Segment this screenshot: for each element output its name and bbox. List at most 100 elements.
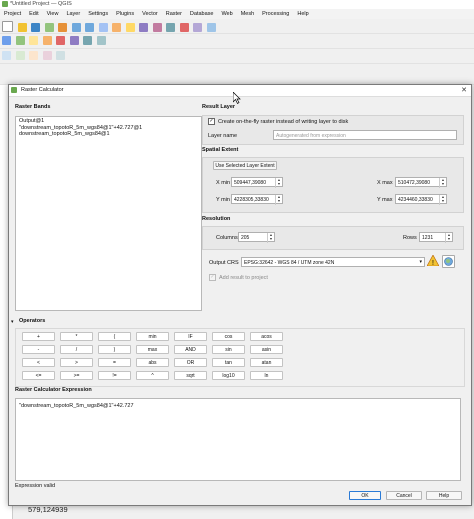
output-crs-select[interactable]: EPSG:32642 - WGS 84 / UTM zone 42N ▾ [241, 257, 425, 267]
operator-button[interactable]: max [136, 345, 169, 354]
columns-input[interactable]: 205 ▲ ▼ [238, 232, 275, 243]
operator-button[interactable]: <= [22, 371, 55, 380]
new-project-icon[interactable] [2, 21, 13, 32]
check-icon: ✓ [209, 274, 216, 281]
rows-input[interactable]: 1231 ▲ ▼ [419, 232, 453, 243]
menu-item-vector[interactable]: Vector [138, 9, 162, 17]
statistics-icon[interactable] [179, 23, 189, 32]
operator-button[interactable]: > [60, 358, 93, 367]
digitize-icon[interactable] [29, 36, 39, 45]
annotation-icon[interactable] [193, 23, 203, 32]
operator-button[interactable]: != [98, 371, 131, 380]
operator-button[interactable]: cos [212, 332, 245, 341]
delete-icon[interactable] [56, 36, 66, 45]
use-selected-extent-button[interactable]: Use Selected Layer Extent [213, 161, 277, 170]
ymin-input[interactable]: 4228305,33830 ▲ ▼ [231, 194, 283, 205]
snap-icon[interactable] [2, 51, 11, 60]
style-icon[interactable] [83, 36, 93, 45]
menu-item-help[interactable]: Help [293, 9, 312, 17]
menu-item-plugins[interactable]: Plugins [112, 9, 138, 17]
operator-button[interactable]: ^ [136, 371, 169, 380]
close-icon[interactable]: ✕ [461, 86, 467, 94]
map-tips-icon[interactable] [206, 23, 216, 32]
menu-item-settings[interactable]: Settings [84, 9, 112, 17]
add-vector-icon[interactable] [2, 36, 11, 45]
rotate-icon[interactable] [56, 51, 66, 60]
columns-spin-icon[interactable]: ▲ ▼ [267, 233, 274, 243]
xmax-spin-icon[interactable]: ▲ ▼ [439, 178, 446, 188]
operator-button[interactable]: * [60, 332, 93, 341]
layer-name-label: Layer name [208, 133, 238, 139]
operator-button[interactable]: ) [98, 345, 131, 354]
operator-button[interactable]: / [60, 345, 93, 354]
menu-item-project[interactable]: Project [0, 9, 25, 17]
refresh-icon[interactable] [112, 23, 122, 32]
operator-button[interactable]: ln [250, 371, 283, 380]
edit-icon[interactable] [42, 36, 52, 45]
layout-icon[interactable] [44, 23, 54, 32]
menu-item-edit[interactable]: Edit [25, 9, 42, 17]
crs-selector-button[interactable] [442, 255, 455, 268]
identify-icon[interactable] [139, 23, 149, 32]
zoom-out-icon[interactable] [85, 23, 95, 32]
menu-item-mesh[interactable]: Mesh [237, 9, 258, 17]
operator-button[interactable]: acos [250, 332, 283, 341]
label-icon[interactable] [69, 36, 79, 45]
select-icon[interactable] [125, 23, 135, 32]
rows-spin-icon[interactable]: ▲ ▼ [445, 233, 452, 243]
ymax-input[interactable]: 4234460,33830 ▲ ▼ [395, 194, 447, 205]
band-item[interactable]: downstream_topotoR_5m_wgs84@1 [16, 131, 201, 138]
attribute-table-icon[interactable] [166, 23, 176, 32]
operator-button[interactable]: atan [250, 358, 283, 367]
cancel-button[interactable]: Cancel [386, 491, 422, 500]
operator-button[interactable]: abs [136, 358, 169, 367]
operator-button[interactable]: - [22, 345, 55, 354]
xmin-input[interactable]: 509447,39080 ▲ ▼ [231, 177, 283, 188]
operator-button[interactable]: ( [98, 332, 131, 341]
collapse-arrow-icon[interactable]: ▾ [11, 319, 14, 325]
raster-bands-list[interactable]: Output@1 "downstream_topotoR_5m_wgs84@1"+… [15, 116, 202, 311]
node-tool-icon[interactable] [96, 36, 106, 45]
operator-button[interactable]: OR [174, 358, 207, 367]
add-raster-icon[interactable] [15, 36, 25, 45]
save-project-icon[interactable] [31, 23, 41, 32]
ymax-spin-icon[interactable]: ▲ ▼ [439, 195, 446, 205]
zoom-in-icon[interactable] [71, 23, 81, 32]
menu-item-web[interactable]: Web [217, 9, 236, 17]
zoom-full-icon[interactable] [98, 23, 108, 32]
menu-item-view[interactable]: View [43, 9, 63, 17]
menu-item-database[interactable]: Database [186, 9, 218, 17]
layer-name-input[interactable]: Autogenerated from expression [273, 130, 457, 140]
operator-button[interactable]: sin [212, 345, 245, 354]
operator-button[interactable]: + [22, 332, 55, 341]
xmin-spin-icon[interactable]: ▲ ▼ [275, 178, 282, 188]
shape-icon[interactable] [42, 51, 52, 60]
advanced-digitize-icon[interactable] [29, 51, 39, 60]
operator-button[interactable]: IF [174, 332, 207, 341]
menu-item-processing[interactable]: Processing [258, 9, 293, 17]
operator-button[interactable]: < [22, 358, 55, 367]
operator-button[interactable]: = [98, 358, 131, 367]
xmax-input[interactable]: 510472,39080 ▲ ▼ [395, 177, 447, 188]
measure-icon[interactable] [152, 23, 162, 32]
vertex-icon[interactable] [15, 51, 25, 60]
open-project-icon[interactable] [17, 23, 27, 32]
add-result-checkbox[interactable]: ✓ Add result to project [209, 274, 268, 281]
help-button[interactable]: Help [426, 491, 462, 500]
expression-editor[interactable]: "downstream_topotoR_5m_wgs84@1"+42.727 [15, 398, 461, 481]
pan-icon[interactable] [58, 23, 68, 32]
operator-button[interactable]: tan [212, 358, 245, 367]
operator-button[interactable]: asin [250, 345, 283, 354]
operator-button[interactable]: min [136, 332, 169, 341]
band-item[interactable]: Output@1 [16, 117, 201, 125]
ymin-spin-icon[interactable]: ▲ ▼ [275, 195, 282, 205]
chevron-down-icon: ▾ [419, 259, 422, 265]
menu-item-layer[interactable]: Layer [62, 9, 84, 17]
operator-button[interactable]: log10 [212, 371, 245, 380]
menu-item-raster[interactable]: Raster [162, 9, 186, 17]
operator-button[interactable]: >= [60, 371, 93, 380]
onfly-checkbox[interactable]: ✓ Create on-the-fly raster instead of wri… [208, 118, 348, 125]
operator-button[interactable]: sqrt [174, 371, 207, 380]
operator-button[interactable]: AND [174, 345, 207, 354]
ok-button[interactable]: OK [349, 491, 381, 500]
